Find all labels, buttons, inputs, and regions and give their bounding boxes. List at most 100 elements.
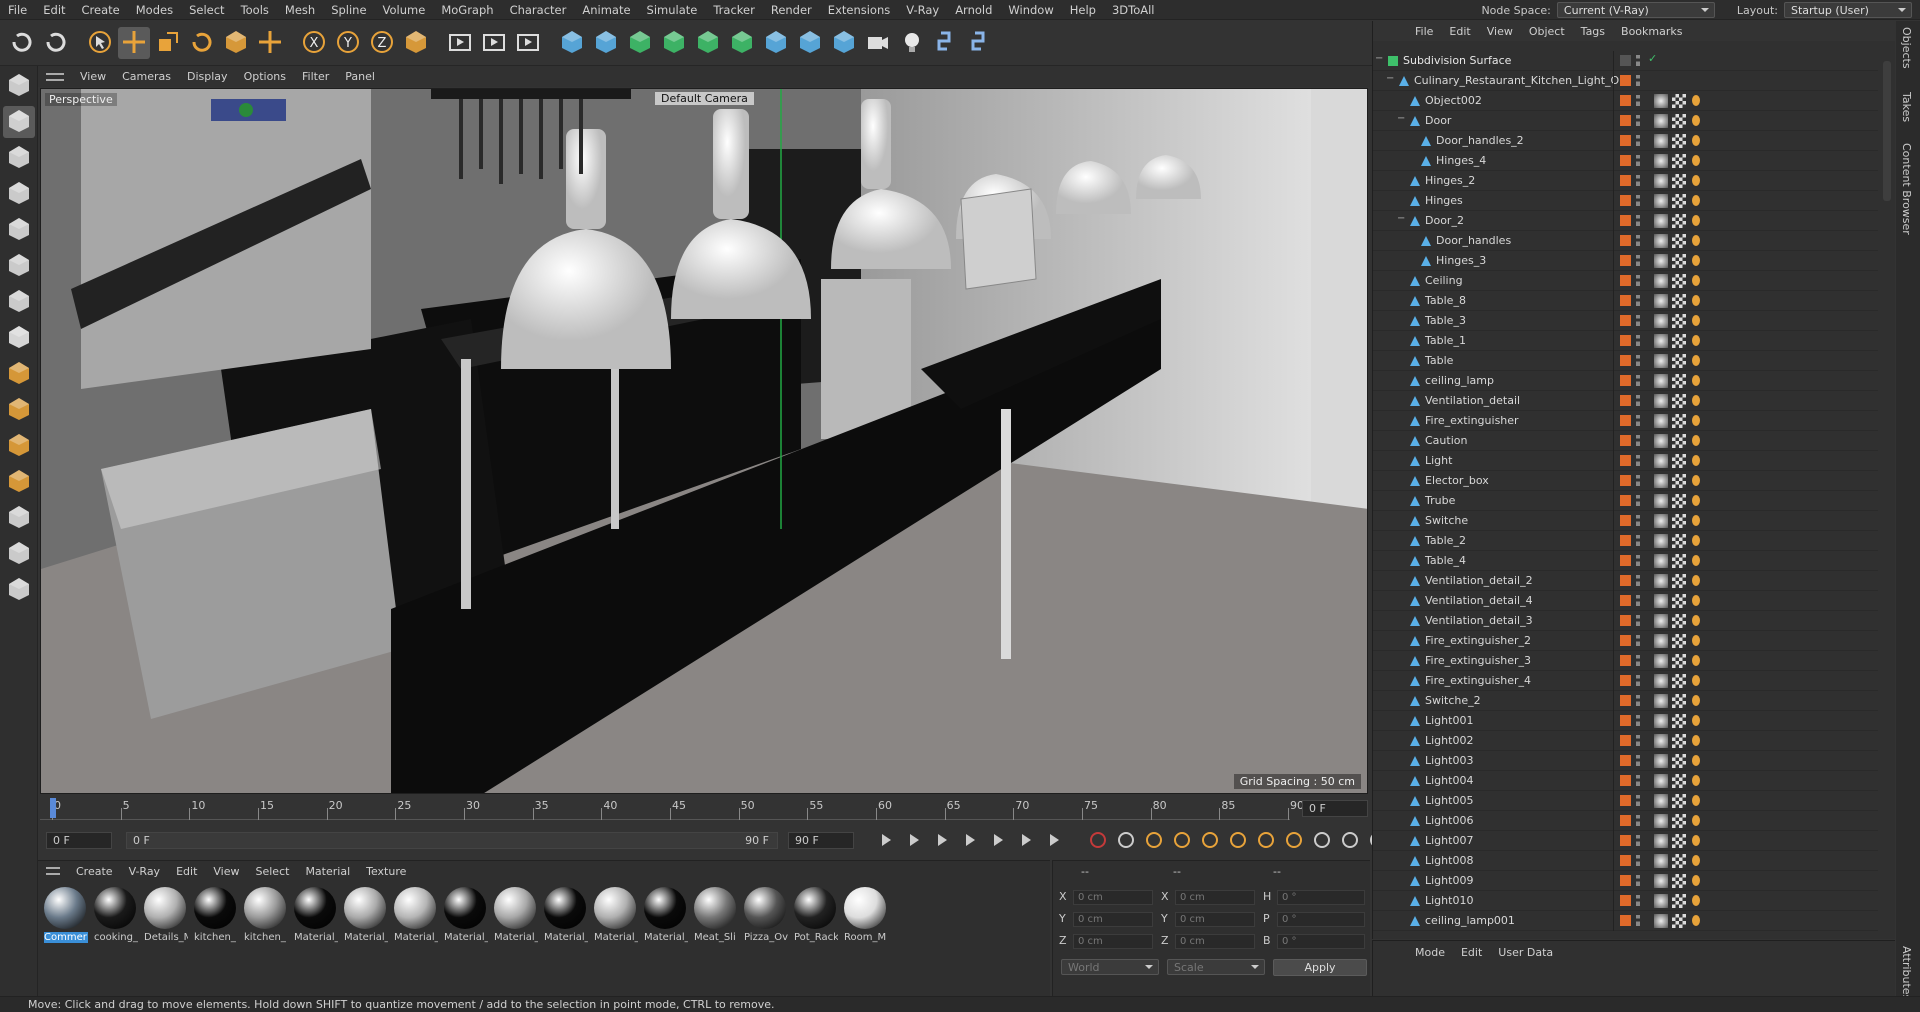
mograph-button[interactable]	[726, 27, 758, 59]
select-button[interactable]	[84, 27, 116, 59]
phong-tag-icon[interactable]	[1654, 194, 1668, 208]
material-tag-icon[interactable]	[1672, 594, 1686, 608]
material-tag-icon[interactable]	[1672, 894, 1686, 908]
grid-key-button[interactable]	[1312, 830, 1332, 850]
phong-tag-icon[interactable]	[1654, 794, 1668, 808]
layer-color-icon[interactable]	[1620, 675, 1631, 686]
uv-mode-button[interactable]	[3, 286, 35, 318]
menu-arnold[interactable]: Arnold	[947, 3, 1000, 17]
phong-tag-icon[interactable]	[1654, 694, 1668, 708]
menu-mesh[interactable]: Mesh	[277, 3, 323, 17]
material-tag-icon[interactable]	[1672, 614, 1686, 628]
material-menu-view[interactable]: View	[205, 865, 247, 878]
snap-settings-button[interactable]	[3, 394, 35, 426]
phong-tag-icon[interactable]	[1654, 594, 1668, 608]
material-tag-icon[interactable]	[1672, 854, 1686, 868]
layer-color-icon[interactable]	[1620, 595, 1631, 606]
undo-button[interactable]	[6, 27, 38, 59]
model-mode-button[interactable]	[3, 70, 35, 102]
phong-tag-icon[interactable]	[1654, 334, 1668, 348]
menu-window[interactable]: Window	[1000, 3, 1061, 17]
menu-help[interactable]: Help	[1062, 3, 1104, 17]
attribute-menu-user-data[interactable]: User Data	[1490, 946, 1561, 959]
coordinate-system-button[interactable]	[400, 27, 432, 59]
visibility-dots-icon[interactable]	[1636, 335, 1640, 346]
object-row[interactable]: Light010	[1373, 891, 1878, 911]
visibility-dots-icon[interactable]	[1636, 655, 1640, 666]
material-swatch[interactable]: Material_	[494, 887, 538, 947]
material-tag-icon[interactable]	[1672, 334, 1686, 348]
move-button[interactable]	[118, 27, 150, 59]
material-tag-icon[interactable]	[1672, 914, 1686, 928]
material-swatch[interactable]: Material_	[544, 887, 588, 947]
render-view-button[interactable]	[478, 27, 510, 59]
phong-tag-icon[interactable]	[1654, 454, 1668, 468]
expand-toggle-icon[interactable]: −	[1386, 73, 1394, 84]
layer-color-icon[interactable]	[1620, 815, 1631, 826]
prev-frame-button[interactable]	[932, 830, 952, 850]
layer-color-icon[interactable]	[1620, 235, 1631, 246]
object-row[interactable]: Hinges_3	[1373, 251, 1878, 271]
object-row[interactable]: Light009	[1373, 871, 1878, 891]
polygons-mode-button[interactable]	[3, 250, 35, 282]
menu-spline[interactable]: Spline	[323, 3, 374, 17]
layer-color-icon[interactable]	[1620, 455, 1631, 466]
object-row[interactable]: Light	[1373, 451, 1878, 471]
viewport-menu-panel[interactable]: Panel	[337, 70, 383, 83]
enabled-check-icon[interactable]: ✓	[1648, 52, 1659, 65]
material-tag-icon[interactable]	[1672, 134, 1686, 148]
phong-tag-icon[interactable]	[1654, 574, 1668, 588]
visibility-dots-icon[interactable]	[1636, 715, 1640, 726]
phong-tag-icon[interactable]	[1654, 114, 1668, 128]
material-tag-icon[interactable]	[1672, 634, 1686, 648]
object-row[interactable]: Fire_extinguisher	[1373, 411, 1878, 431]
layer-color-icon[interactable]	[1620, 715, 1631, 726]
viewport-menu-filter[interactable]: Filter	[294, 70, 337, 83]
side-tab-attributes[interactable]: Attributes	[1900, 946, 1913, 1000]
visibility-dots-icon[interactable]	[1636, 155, 1640, 166]
phong-tag-icon[interactable]	[1654, 754, 1668, 768]
object-row[interactable]: Object002	[1373, 91, 1878, 111]
object-tree[interactable]: − Subdivision Surface ✓ − Culinary_Restauran…	[1373, 51, 1878, 931]
coordinate-value-field[interactable]: 0 °	[1277, 912, 1365, 927]
apply-button[interactable]: Apply	[1273, 959, 1367, 976]
phong-tag-icon[interactable]	[1654, 514, 1668, 528]
phong-tag-icon[interactable]	[1654, 814, 1668, 828]
layer-color-icon[interactable]	[1620, 55, 1631, 66]
end-frame-field[interactable]: 90 F	[788, 832, 854, 849]
material-tag-icon[interactable]	[1672, 794, 1686, 808]
visibility-dots-icon[interactable]	[1636, 435, 1640, 446]
material-tag-icon[interactable]	[1672, 694, 1686, 708]
object-row[interactable]: Hinges_4	[1373, 151, 1878, 171]
phong-tag-icon[interactable]	[1654, 734, 1668, 748]
visibility-dots-icon[interactable]	[1636, 95, 1640, 106]
visibility-dots-icon[interactable]	[1636, 555, 1640, 566]
menu-character[interactable]: Character	[502, 3, 575, 17]
phong-tag-icon[interactable]	[1654, 554, 1668, 568]
material-tag-icon[interactable]	[1672, 574, 1686, 588]
material-tag-icon[interactable]	[1672, 274, 1686, 288]
menu-modes[interactable]: Modes	[128, 3, 181, 17]
coordinate-value-field[interactable]: 0 °	[1277, 934, 1365, 949]
menu-extensions[interactable]: Extensions	[820, 3, 898, 17]
visibility-dots-icon[interactable]	[1636, 695, 1640, 706]
material-menu-edit[interactable]: Edit	[168, 865, 205, 878]
material-tag-icon[interactable]	[1672, 394, 1686, 408]
phong-tag-icon[interactable]	[1654, 854, 1668, 868]
phong-tag-icon[interactable]	[1654, 234, 1668, 248]
axis-y-button[interactable]: Y	[332, 27, 364, 59]
material-swatch[interactable]: Material_	[594, 887, 638, 947]
points-mode-button[interactable]	[3, 178, 35, 210]
layer-color-icon[interactable]	[1620, 755, 1631, 766]
object-row[interactable]: Elector_box	[1373, 471, 1878, 491]
phong-tag-icon[interactable]	[1654, 134, 1668, 148]
layer-color-icon[interactable]	[1620, 735, 1631, 746]
visibility-dots-icon[interactable]	[1636, 835, 1640, 846]
material-menu-create[interactable]: Create	[68, 865, 121, 878]
attribute-menu-edit[interactable]: Edit	[1453, 946, 1490, 959]
viewport-menu-cameras[interactable]: Cameras	[114, 70, 179, 83]
layer-color-icon[interactable]	[1620, 895, 1631, 906]
object-menu-edit[interactable]: Edit	[1441, 25, 1478, 38]
python-button[interactable]	[930, 27, 962, 59]
visibility-dots-icon[interactable]	[1636, 55, 1640, 66]
